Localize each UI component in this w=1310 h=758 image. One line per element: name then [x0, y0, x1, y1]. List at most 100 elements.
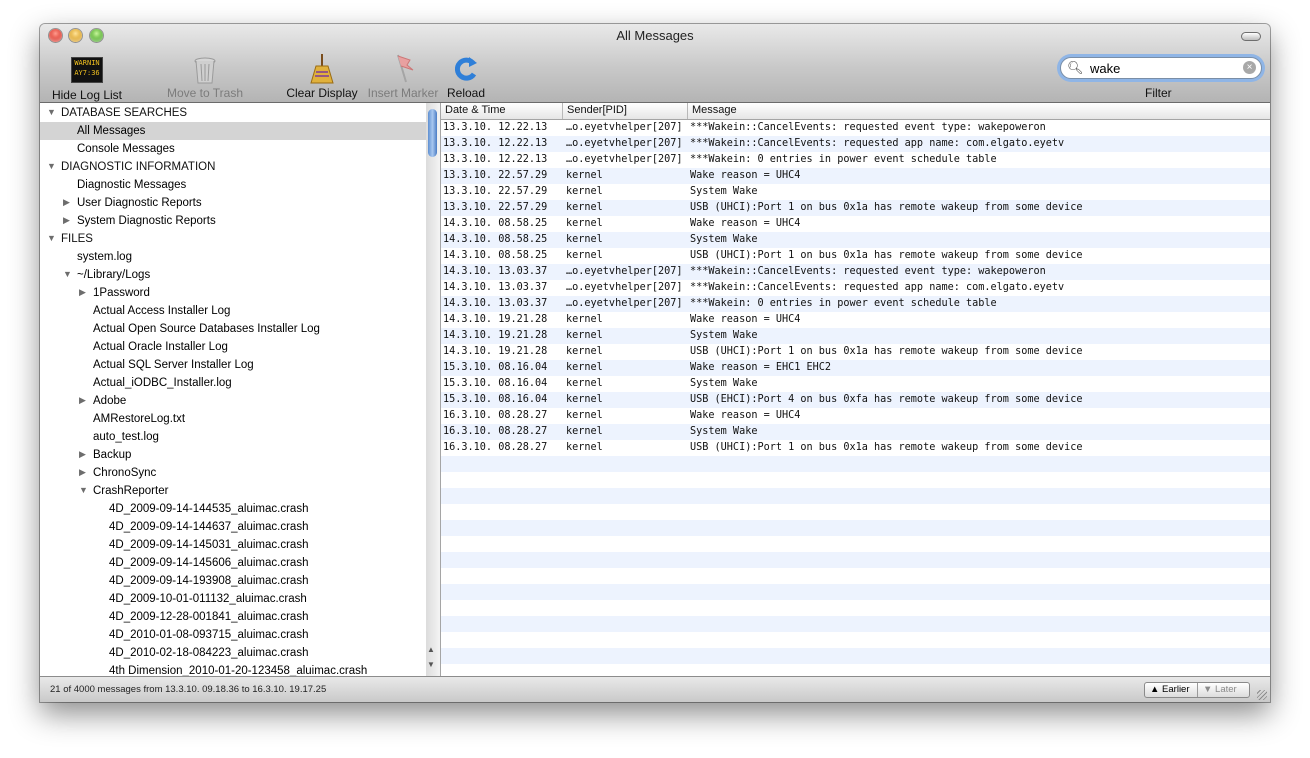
search-icon[interactable]: 🔍︎	[1067, 60, 1084, 76]
sidebar-scrollbar[interactable]: ▲ ▼	[426, 103, 441, 676]
cell-message: ***Wakein::CancelEvents: requested app n…	[690, 282, 1065, 293]
sidebar-item[interactable]: Actual Oracle Installer Log	[93, 338, 228, 356]
scroll-down-arrow-icon[interactable]: ▼	[427, 660, 435, 669]
later-button[interactable]: ▼ Later	[1203, 683, 1237, 697]
scroll-up-arrow-icon[interactable]: ▲	[427, 645, 435, 654]
disclosure-collapsed-icon[interactable]: ▶	[63, 215, 70, 226]
sidebar-section-header[interactable]: DIAGNOSTIC INFORMATION	[61, 158, 215, 176]
sidebar-item[interactable]: 4D_2009-09-14-144535_aluimac.crash	[109, 500, 308, 518]
disclosure-collapsed-icon[interactable]: ▶	[79, 449, 86, 460]
table-row[interactable]: 13.3.10. 12.22.13 …o.eyetvhelper[207] ***W…	[441, 152, 1270, 168]
disclosure-expanded-icon[interactable]: ▼	[63, 269, 72, 279]
sidebar-item[interactable]: system.log	[77, 248, 132, 266]
table-row[interactable]: 16.3.10. 08.28.27 kernel System Wake	[441, 424, 1270, 440]
disclosure-expanded-icon[interactable]: ▼	[79, 485, 88, 495]
table-row[interactable]: 13.3.10. 22.57.29 kernel Wake reason = UHC…	[441, 168, 1270, 184]
cell-sender: kernel	[566, 394, 603, 405]
earlier-button[interactable]: ▲ Earlier	[1150, 683, 1190, 697]
sidebar-item[interactable]: Actual Open Source Databases Installer L…	[93, 320, 320, 338]
sidebar-item[interactable]: Actual_iODBC_Installer.log	[93, 374, 232, 392]
cell-date-time: 14.3.10. 19.21.28	[443, 314, 548, 325]
table-row[interactable]: 14.3.10. 19.21.28 kernel System Wake	[441, 328, 1270, 344]
table-row[interactable]: 14.3.10. 08.58.25 kernel Wake reason = UHC…	[441, 216, 1270, 232]
sidebar-item[interactable]: ChronoSync	[93, 464, 156, 482]
cell-date-time: 15.3.10. 08.16.04	[443, 394, 548, 405]
disclosure-expanded-icon[interactable]: ▼	[47, 233, 56, 243]
table-row[interactable]: 14.3.10. 08.58.25 kernel System Wake	[441, 232, 1270, 248]
sidebar-item[interactable]: auto_test.log	[93, 428, 159, 446]
sidebar-item[interactable]: All Messages	[77, 122, 145, 140]
column-header-sender[interactable]: Sender[PID]	[567, 104, 627, 116]
table-row[interactable]: 13.3.10. 22.57.29 kernel System Wake	[441, 184, 1270, 200]
sidebar-section-header[interactable]: DATABASE SEARCHES	[61, 104, 187, 122]
table-row[interactable]: 16.3.10. 08.28.27 kernel USB (UHCI):Port 1…	[441, 440, 1270, 456]
cell-message: USB (UHCI):Port 1 on bus 0x1a has remote…	[690, 442, 1083, 453]
sidebar-scroll-thumb[interactable]	[428, 109, 437, 157]
sidebar-item[interactable]: System Diagnostic Reports	[77, 212, 216, 230]
sidebar-item[interactable]: Actual SQL Server Installer Log	[93, 356, 254, 374]
sidebar-item[interactable]: Adobe	[93, 392, 126, 410]
column-divider[interactable]	[562, 103, 563, 119]
sidebar-item[interactable]: 4D_2009-09-14-193908_aluimac.crash	[109, 572, 308, 590]
disclosure-collapsed-icon[interactable]: ▶	[79, 467, 86, 478]
sidebar-item[interactable]: Diagnostic Messages	[77, 176, 186, 194]
clear-search-icon[interactable]: ×	[1243, 61, 1256, 74]
sidebar-item[interactable]: 4D_2009-10-01-011132_aluimac.crash	[109, 590, 307, 608]
cell-message: USB (UHCI):Port 1 on bus 0x1a has remote…	[690, 346, 1083, 357]
table-row[interactable]: 16.3.10. 08.28.27 kernel Wake reason = UHC…	[441, 408, 1270, 424]
table-body[interactable]: 13.3.10. 12.22.13 …o.eyetvhelper[207] ***W…	[441, 120, 1270, 676]
sidebar-item[interactable]: 4D_2009-12-28-001841_aluimac.crash	[109, 608, 308, 626]
table-row[interactable]: 14.3.10. 13.03.37 …o.eyetvhelper[207] ***W…	[441, 264, 1270, 280]
sidebar-item[interactable]: 4D_2009-09-14-145031_aluimac.crash	[109, 536, 308, 554]
cell-date-time: 16.3.10. 08.28.27	[443, 410, 548, 421]
column-divider[interactable]	[687, 103, 688, 119]
column-header-date-time[interactable]: Date & Time	[445, 104, 506, 116]
table-row[interactable]: 13.3.10. 12.22.13 …o.eyetvhelper[207] ***W…	[441, 120, 1270, 136]
cell-message: Wake reason = EHC1 EHC2	[690, 362, 832, 373]
table-row[interactable]: 15.3.10. 08.16.04 kernel Wake reason = EHC…	[441, 360, 1270, 376]
cell-message: Wake reason = UHC4	[690, 170, 801, 181]
disclosure-collapsed-icon[interactable]: ▶	[79, 395, 86, 406]
sidebar-item[interactable]: 1Password	[93, 284, 150, 302]
cell-date-time: 14.3.10. 13.03.37	[443, 266, 548, 277]
sidebar-item[interactable]: AMRestoreLog.txt	[93, 410, 185, 428]
table-row[interactable]: 14.3.10. 13.03.37 …o.eyetvhelper[207] ***W…	[441, 280, 1270, 296]
sidebar-item[interactable]: Backup	[93, 446, 131, 464]
table-row[interactable]: 14.3.10. 19.21.28 kernel Wake reason = UHC…	[441, 312, 1270, 328]
sidebar-section-header[interactable]: FILES	[61, 230, 93, 248]
table-row[interactable]: 13.3.10. 12.22.13 …o.eyetvhelper[207] ***W…	[441, 136, 1270, 152]
sidebar-item[interactable]: ~/Library/Logs	[77, 266, 150, 284]
table-row[interactable]: 14.3.10. 13.03.37 …o.eyetvhelper[207] ***W…	[441, 296, 1270, 312]
sidebar-item[interactable]: 4th Dimension_2010-01-20-123458_aluimac.…	[109, 662, 367, 676]
cell-date-time: 14.3.10. 19.21.28	[443, 346, 548, 357]
disclosure-expanded-icon[interactable]: ▼	[47, 161, 56, 171]
toolbar-toggle-button[interactable]	[1241, 32, 1261, 41]
sidebar-item[interactable]: 4D_2010-02-18-084223_aluimac.crash	[109, 644, 308, 662]
table-row[interactable]: 15.3.10. 08.16.04 kernel USB (EHCI):Port 4…	[441, 392, 1270, 408]
disclosure-expanded-icon[interactable]: ▼	[47, 107, 56, 117]
cell-date-time: 14.3.10. 13.03.37	[443, 282, 548, 293]
clear-display-button[interactable]: Clear Display	[285, 52, 359, 100]
table-row[interactable]: 15.3.10. 08.16.04 kernel System Wake	[441, 376, 1270, 392]
sidebar-item[interactable]: CrashReporter	[93, 482, 168, 500]
table-row[interactable]: 14.3.10. 08.58.25 kernel USB (UHCI):Port 1…	[441, 248, 1270, 264]
search-input[interactable]	[1088, 59, 1242, 77]
table-row[interactable]: 13.3.10. 22.57.29 kernel USB (UHCI):Port 1…	[441, 200, 1270, 216]
reload-button[interactable]: Reload	[445, 52, 487, 100]
column-header-message[interactable]: Message	[692, 104, 737, 116]
disclosure-collapsed-icon[interactable]: ▶	[63, 197, 70, 208]
sidebar-item[interactable]: 4D_2009-09-14-144637_aluimac.crash	[109, 518, 308, 536]
sidebar-item[interactable]: User Diagnostic Reports	[77, 194, 202, 212]
sidebar-item[interactable]: Console Messages	[77, 140, 175, 158]
sidebar-item[interactable]: 4D_2009-09-14-145606_aluimac.crash	[109, 554, 308, 572]
sidebar-item[interactable]: Actual Access Installer Log	[93, 302, 230, 320]
disclosure-collapsed-icon[interactable]: ▶	[79, 287, 86, 298]
insert-marker-button[interactable]: Insert Marker	[365, 52, 441, 100]
log-list-sidebar[interactable]: ▼ DATABASE SEARCHES All Messages Console Me…	[40, 103, 427, 676]
sidebar-item[interactable]: 4D_2010-01-08-093715_aluimac.crash	[109, 626, 308, 644]
move-to-trash-button[interactable]: Move to Trash	[164, 52, 246, 100]
search-field[interactable]: 🔍︎ ×	[1060, 57, 1262, 79]
hide-log-list-button[interactable]: WARNIN AY7:36 Hide Log List	[50, 52, 124, 102]
table-row[interactable]: 14.3.10. 19.21.28 kernel USB (UHCI):Port 1…	[441, 344, 1270, 360]
resize-grip-icon[interactable]	[1257, 690, 1267, 700]
